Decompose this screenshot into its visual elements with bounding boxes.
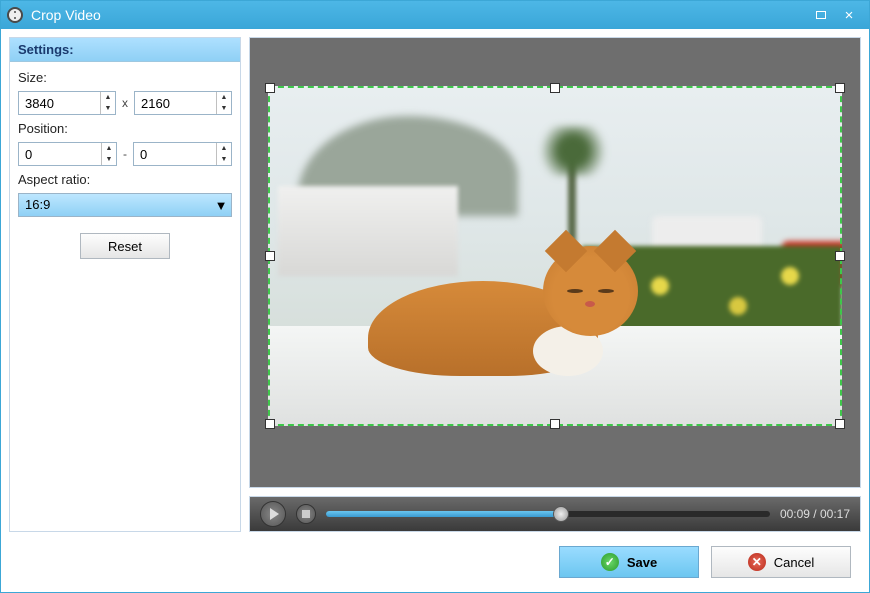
size-row: ▲ ▼ x ▲ ▼ [18,91,232,115]
cat-head [543,246,638,336]
scene-cat [368,236,648,376]
preview-column: 00:09 / 00:17 [249,37,861,532]
size-height-down[interactable]: ▼ [217,103,231,114]
settings-header: Settings: [10,38,240,62]
pos-x-down[interactable]: ▼ [102,154,116,165]
maximize-icon [816,11,826,19]
size-width-up[interactable]: ▲ [101,92,115,103]
cat-face [563,281,618,321]
close-button[interactable]: × [835,6,863,24]
cat-ear-left [545,230,587,272]
seek-track[interactable] [326,511,770,517]
pos-x-spinner[interactable]: ▲ ▼ [18,142,117,166]
footer-buttons: ✓ Save ✕ Cancel [9,540,861,584]
size-width-down[interactable]: ▼ [101,103,115,114]
top-row: Settings: Size: ▲ ▼ x [9,37,861,532]
play-button[interactable] [260,501,286,527]
video-preview[interactable] [249,37,861,488]
titlebar: Crop Video × [1,1,869,29]
position-label: Position: [18,121,232,136]
size-width-arrows: ▲ ▼ [100,92,115,114]
time-display: 00:09 / 00:17 [780,507,850,521]
stop-button[interactable] [296,504,316,524]
video-frame [268,86,842,426]
cat-eye-right [598,289,614,293]
cancel-label: Cancel [774,555,814,570]
pos-y-arrows: ▲ ▼ [216,143,231,165]
cat-ear-right [594,230,636,272]
reset-label: Reset [108,239,142,254]
settings-panel: Settings: Size: ▲ ▼ x [9,37,241,532]
size-height-input[interactable] [135,96,216,111]
app-icon [7,7,23,23]
pos-y-spinner[interactable]: ▲ ▼ [133,142,232,166]
size-height-spinner[interactable]: ▲ ▼ [134,91,232,115]
window-buttons: × [807,6,863,24]
settings-body: Size: ▲ ▼ x ▲ [10,62,240,267]
seek-knob[interactable] [553,506,569,522]
size-height-up[interactable]: ▲ [217,92,231,103]
window-title: Crop Video [31,7,807,23]
pos-y-up[interactable]: ▲ [217,143,231,154]
chevron-down-icon[interactable]: ▼ [211,194,231,216]
size-width-input[interactable] [19,96,100,111]
maximize-button[interactable] [807,6,835,24]
aspect-ratio-value: 16:9 [19,194,211,216]
reset-button[interactable]: Reset [80,233,170,259]
position-row: ▲ ▼ - ▲ ▼ [18,142,232,166]
pos-x-up[interactable]: ▲ [102,143,116,154]
check-icon: ✓ [601,553,619,571]
pos-y-input[interactable] [134,147,216,162]
save-label: Save [627,555,657,570]
size-width-spinner[interactable]: ▲ ▼ [18,91,116,115]
size-separator: x [122,96,128,110]
play-icon [270,508,279,520]
cat-eye-left [567,289,583,293]
pos-x-arrows: ▲ ▼ [101,143,116,165]
cat-nose [585,301,595,307]
content-area: Settings: Size: ▲ ▼ x [1,29,869,592]
stop-icon [302,510,310,518]
pos-y-down[interactable]: ▼ [217,154,231,165]
size-height-arrows: ▲ ▼ [216,92,231,114]
seek-progress [326,511,561,517]
cancel-button[interactable]: ✕ Cancel [711,546,851,578]
cancel-icon: ✕ [748,553,766,571]
save-button[interactable]: ✓ Save [559,546,699,578]
pos-x-input[interactable] [19,147,101,162]
close-icon: × [845,8,854,23]
aspect-ratio-label: Aspect ratio: [18,172,232,187]
crop-video-window: Crop Video × Settings: Size: ▲ ▼ [0,0,870,593]
size-label: Size: [18,70,232,85]
playback-bar: 00:09 / 00:17 [249,496,861,532]
position-separator: - [123,147,127,161]
aspect-ratio-combo[interactable]: 16:9 ▼ [18,193,232,217]
